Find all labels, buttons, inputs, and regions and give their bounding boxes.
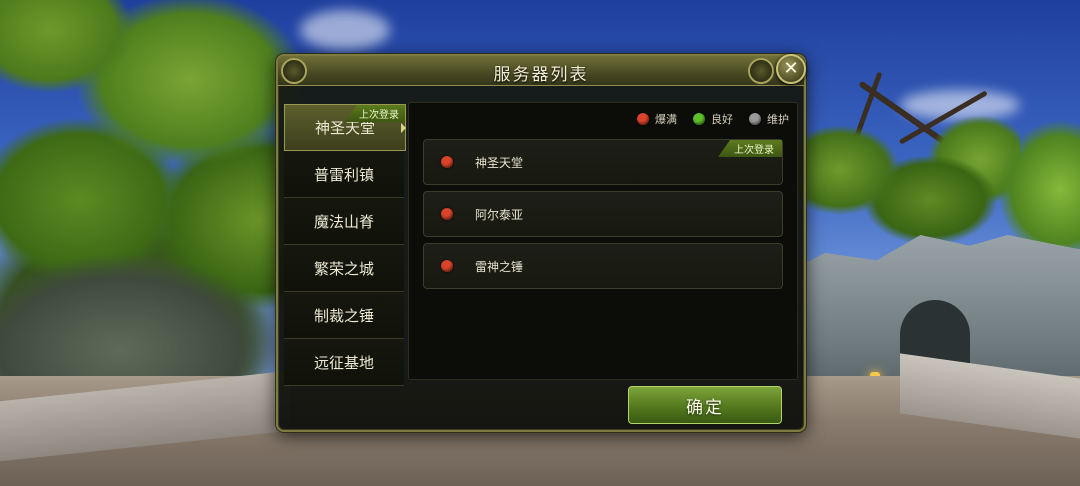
status-dot-red-icon	[441, 260, 453, 272]
close-icon: ✕	[783, 58, 799, 79]
status-dot-red-icon	[637, 113, 649, 125]
group-tab[interactable]: 远征基地	[284, 339, 404, 386]
last-login-badge: 上次登录	[718, 140, 782, 157]
server-row[interactable]: 阿尔泰亚	[423, 191, 783, 237]
last-login-badge: 上次登录	[345, 105, 405, 122]
dialog-title: 服务器列表	[493, 65, 589, 85]
server-list-area: 爆满 良好 维护 神圣天堂 上次登录 阿尔泰亚 雷神之锤	[408, 102, 798, 380]
dialog-header: 服务器列表	[278, 56, 804, 86]
confirm-button[interactable]: 确定	[628, 386, 782, 424]
legend-item-maintenance: 维护	[749, 111, 789, 127]
server-name: 雷神之锤	[475, 259, 524, 274]
server-row[interactable]: 神圣天堂 上次登录	[423, 139, 783, 185]
group-tab[interactable]: 魔法山脊	[284, 198, 404, 245]
group-label: 繁荣之城	[313, 259, 374, 278]
group-label: 制裁之锤	[313, 306, 374, 325]
legend-item-good: 良好	[693, 111, 733, 127]
server-name: 神圣天堂	[475, 155, 524, 170]
group-label: 魔法山脊	[313, 212, 374, 231]
group-label: 远征基地	[313, 353, 374, 372]
group-tab[interactable]: 制裁之锤	[284, 292, 404, 339]
status-dot-red-icon	[441, 208, 453, 220]
legend-label: 良好	[711, 113, 733, 126]
group-tab-active[interactable]: 上次登录 神圣天堂	[284, 104, 406, 151]
status-legend: 爆满 良好 维护	[637, 111, 789, 127]
close-button[interactable]: ✕	[776, 54, 806, 84]
group-label: 普雷利镇	[313, 165, 374, 184]
server-list-dialog: 服务器列表 ✕ 上次登录 神圣天堂 普雷利镇 魔法山脊 繁荣之城 制裁之锤 远征…	[276, 54, 806, 432]
server-name: 阿尔泰亚	[475, 207, 524, 222]
legend-item-full: 爆满	[637, 111, 677, 127]
status-dot-green-icon	[693, 113, 705, 125]
group-tab[interactable]: 繁荣之城	[284, 245, 404, 292]
legend-label: 维护	[767, 113, 789, 126]
server-group-list[interactable]: 上次登录 神圣天堂 普雷利镇 魔法山脊 繁荣之城 制裁之锤 远征基地	[284, 104, 406, 424]
status-dot-gray-icon	[749, 113, 761, 125]
group-tab[interactable]: 普雷利镇	[284, 151, 404, 198]
status-dot-red-icon	[441, 156, 453, 168]
server-row[interactable]: 雷神之锤	[423, 243, 783, 289]
legend-label: 爆满	[655, 113, 677, 126]
